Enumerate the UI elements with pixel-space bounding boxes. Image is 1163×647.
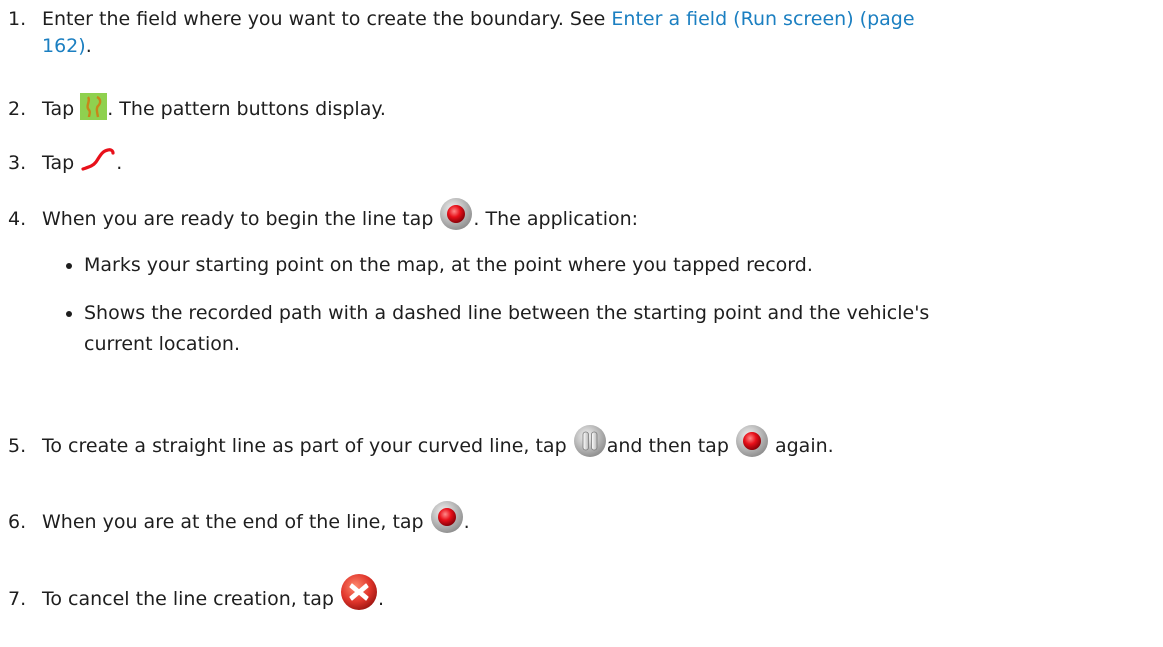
step-text-part: Tap	[42, 98, 81, 120]
bullet-text: Marks your starting point on the map, at…	[84, 254, 813, 276]
pattern-buttons-icon	[80, 93, 108, 120]
step-text-part: Enter the field where you want to create…	[42, 8, 612, 30]
step-number: 3.	[8, 152, 27, 174]
step-text-part: .	[378, 588, 385, 610]
step-text-part: .	[116, 152, 123, 174]
list-item: Shows the recorded path with a dashed li…	[62, 300, 1155, 327]
record-icon	[439, 197, 473, 231]
step-text: Tap .	[42, 147, 1155, 177]
step-text-part: Tap	[42, 152, 81, 174]
step-text-part: and then tap	[606, 435, 735, 457]
step-text-part: .	[85, 35, 92, 57]
bullet-text: Shows the recorded path with a dashed li…	[84, 302, 930, 324]
step-text: To cancel the line creation, tap .	[42, 573, 1155, 613]
step-text-part: When you are ready to begin the line tap	[42, 208, 440, 230]
step-text-part: . The application:	[473, 208, 639, 230]
step-number: 1.	[8, 8, 27, 30]
record-icon	[430, 500, 464, 534]
step-text-part: . The pattern buttons display.	[107, 98, 386, 120]
list-item-continuation: current location.	[62, 331, 1155, 358]
step-number: 7.	[8, 588, 27, 610]
step-text-part: again.	[768, 435, 834, 457]
bullet-text: current location.	[84, 333, 241, 355]
step-number: 2.	[8, 98, 27, 120]
step-text: Enter the field where you want to create…	[42, 6, 1155, 60]
pause-icon	[573, 424, 607, 458]
step-number: 6.	[8, 511, 27, 533]
step-text-part: To cancel the line creation, tap	[42, 588, 341, 610]
cancel-icon	[340, 573, 378, 611]
step-text: Tap . The pattern buttons display.	[42, 93, 1155, 123]
record-icon	[735, 424, 769, 458]
bullet-dot	[66, 263, 72, 269]
bullet-dot	[66, 311, 72, 317]
step-text-part: To create a straight line as part of you…	[42, 435, 573, 457]
bullet-list: Marks your starting point on the map, at…	[62, 252, 1155, 358]
step-text: To create a straight line as part of you…	[42, 424, 1155, 460]
step-number: 4.	[8, 208, 27, 230]
curve-line-icon	[80, 147, 116, 173]
step-text: When you are at the end of the line, tap…	[42, 500, 1155, 536]
step-text-part: .	[463, 511, 470, 533]
link-text-line-2: 162)	[42, 35, 86, 57]
list-item: Marks your starting point on the map, at…	[62, 252, 1155, 279]
step-text: When you are ready to begin the line tap…	[42, 197, 1155, 233]
step-text-part: When you are at the end of the line, tap	[42, 511, 430, 533]
link-text-line-1: Enter a field (Run screen) (page	[611, 8, 915, 30]
step-number: 5.	[8, 435, 27, 457]
